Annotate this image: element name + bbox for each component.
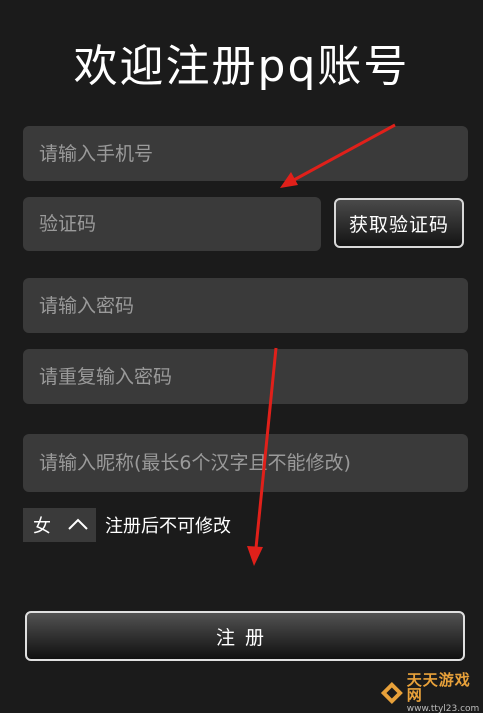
watermark-url: www.ttyl23.com bbox=[406, 703, 480, 713]
repeat-password-input[interactable] bbox=[23, 349, 468, 404]
register-button[interactable]: 注册 bbox=[25, 611, 465, 661]
page-title: 欢迎注册pq账号 bbox=[73, 41, 410, 92]
chevron-up-icon bbox=[68, 518, 88, 530]
site-logo-icon bbox=[380, 682, 403, 704]
watermark-name: 天天游戏网 bbox=[406, 670, 471, 704]
get-code-button[interactable]: 获取验证码 bbox=[334, 198, 464, 248]
gender-value: 女 bbox=[33, 516, 51, 537]
gender-note: 注册后不可修改 bbox=[105, 516, 231, 537]
verification-code-input[interactable] bbox=[23, 197, 321, 251]
watermark: 天天游戏网 www.ttyl23.com bbox=[380, 670, 480, 713]
gender-select[interactable]: 女 bbox=[23, 508, 96, 542]
nickname-input[interactable] bbox=[23, 434, 468, 492]
register-screen: 欢迎注册pq账号 获取验证码 女 注册后不可修改 注册 天天游戏网 www.tt… bbox=[0, 0, 483, 713]
phone-input[interactable] bbox=[23, 126, 468, 181]
password-input[interactable] bbox=[23, 278, 468, 333]
